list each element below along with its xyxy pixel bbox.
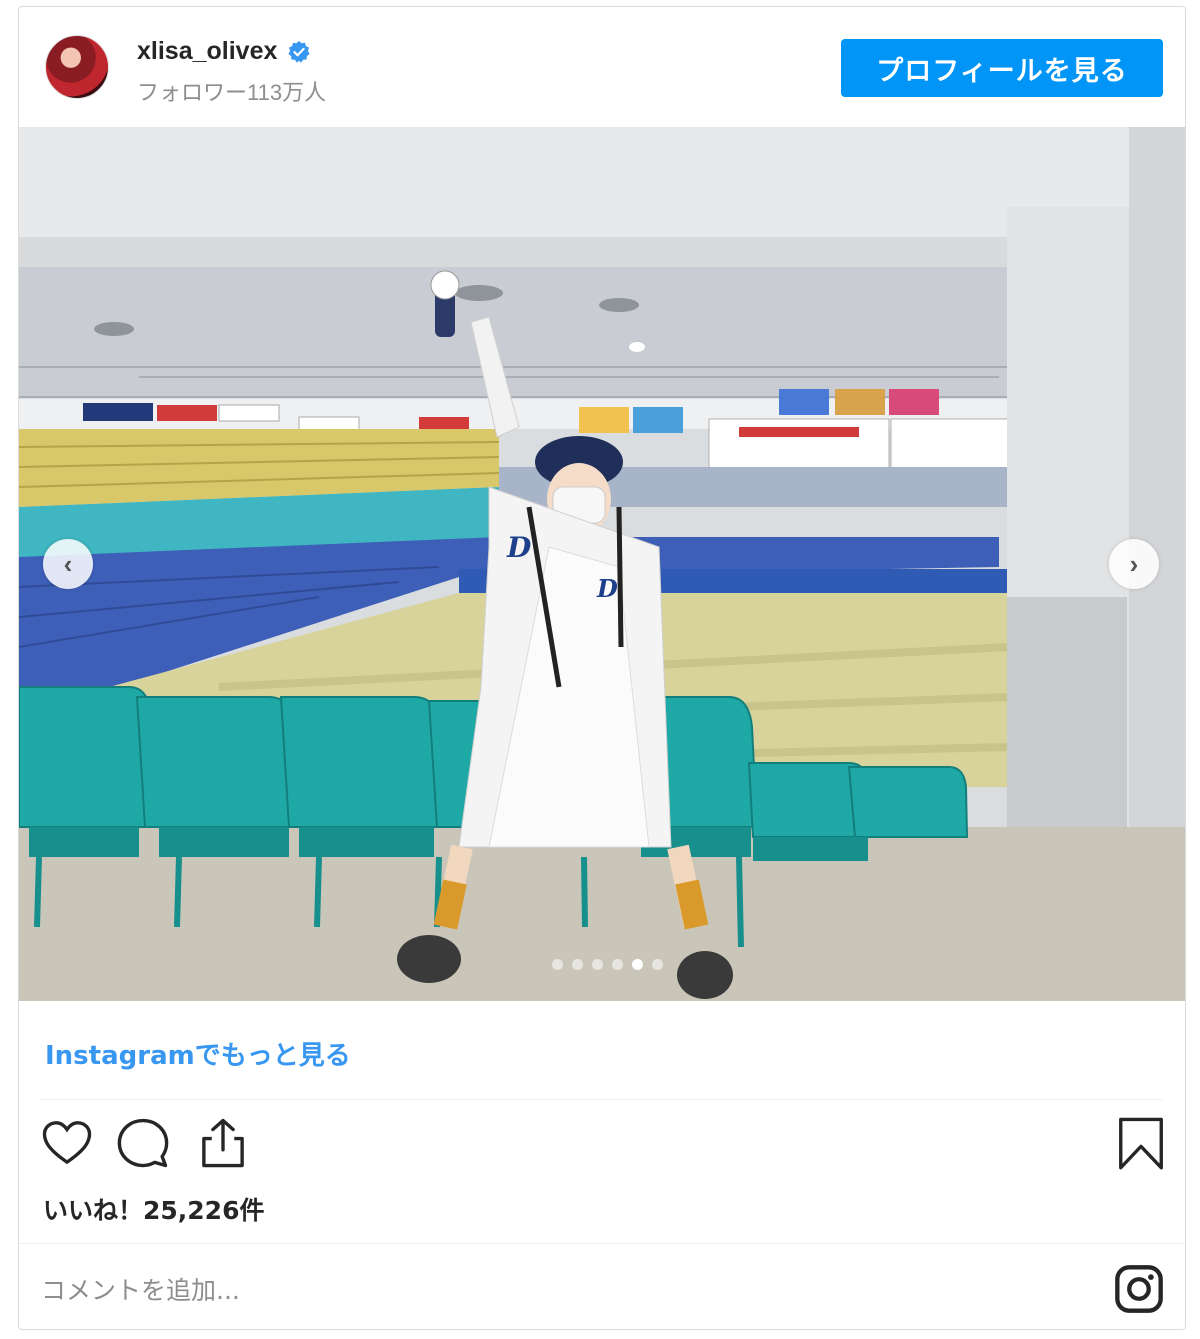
bookmark-icon[interactable] xyxy=(1113,1115,1169,1171)
post-header: xlisa_olivex フォロワー113万人 プロフィールを見る xyxy=(19,7,1185,127)
action-bar xyxy=(19,1115,1185,1179)
view-profile-button[interactable]: プロフィールを見る xyxy=(841,39,1163,97)
instagram-icon[interactable] xyxy=(1113,1263,1165,1315)
share-icon[interactable] xyxy=(195,1115,251,1171)
like-count: いいね！25,226件 xyxy=(43,1196,265,1225)
divider xyxy=(19,1243,1185,1244)
avatar[interactable] xyxy=(45,35,109,99)
view-more-on-instagram-link[interactable]: Instagramでもっと見る xyxy=(45,1035,351,1072)
carousel-dot xyxy=(651,959,663,970)
username[interactable]: xlisa_olivex xyxy=(137,37,277,66)
svg-text:D: D xyxy=(596,574,618,603)
verified-icon xyxy=(288,40,310,63)
follower-count: フォロワー113万人 xyxy=(137,80,327,105)
carousel-dot xyxy=(591,959,603,970)
carousel-dot xyxy=(611,959,623,970)
username-row: xlisa_olivex xyxy=(137,37,311,66)
heart-icon[interactable] xyxy=(39,1115,95,1171)
post-photo[interactable]: D D ‹ › xyxy=(19,127,1185,1001)
svg-text:D: D xyxy=(506,531,532,564)
carousel-dot xyxy=(631,959,643,970)
stadium-photo-illustration: D D xyxy=(19,127,1185,1001)
chevron-left-icon: ‹ xyxy=(63,548,73,579)
carousel-dot xyxy=(571,959,583,970)
carousel-dot xyxy=(551,959,563,970)
carousel-next-button[interactable]: › xyxy=(1109,539,1159,589)
add-comment-input[interactable]: コメントを追加... xyxy=(41,1259,941,1319)
comment-icon[interactable] xyxy=(115,1115,171,1171)
carousel-prev-button[interactable]: ‹ xyxy=(43,539,93,589)
carousel-indicator xyxy=(19,959,1185,970)
chevron-right-icon: › xyxy=(1129,548,1139,579)
instagram-embed-card: xlisa_olivex フォロワー113万人 プロフィールを見る D D ‹ … xyxy=(18,6,1186,1330)
divider xyxy=(41,1099,1163,1100)
